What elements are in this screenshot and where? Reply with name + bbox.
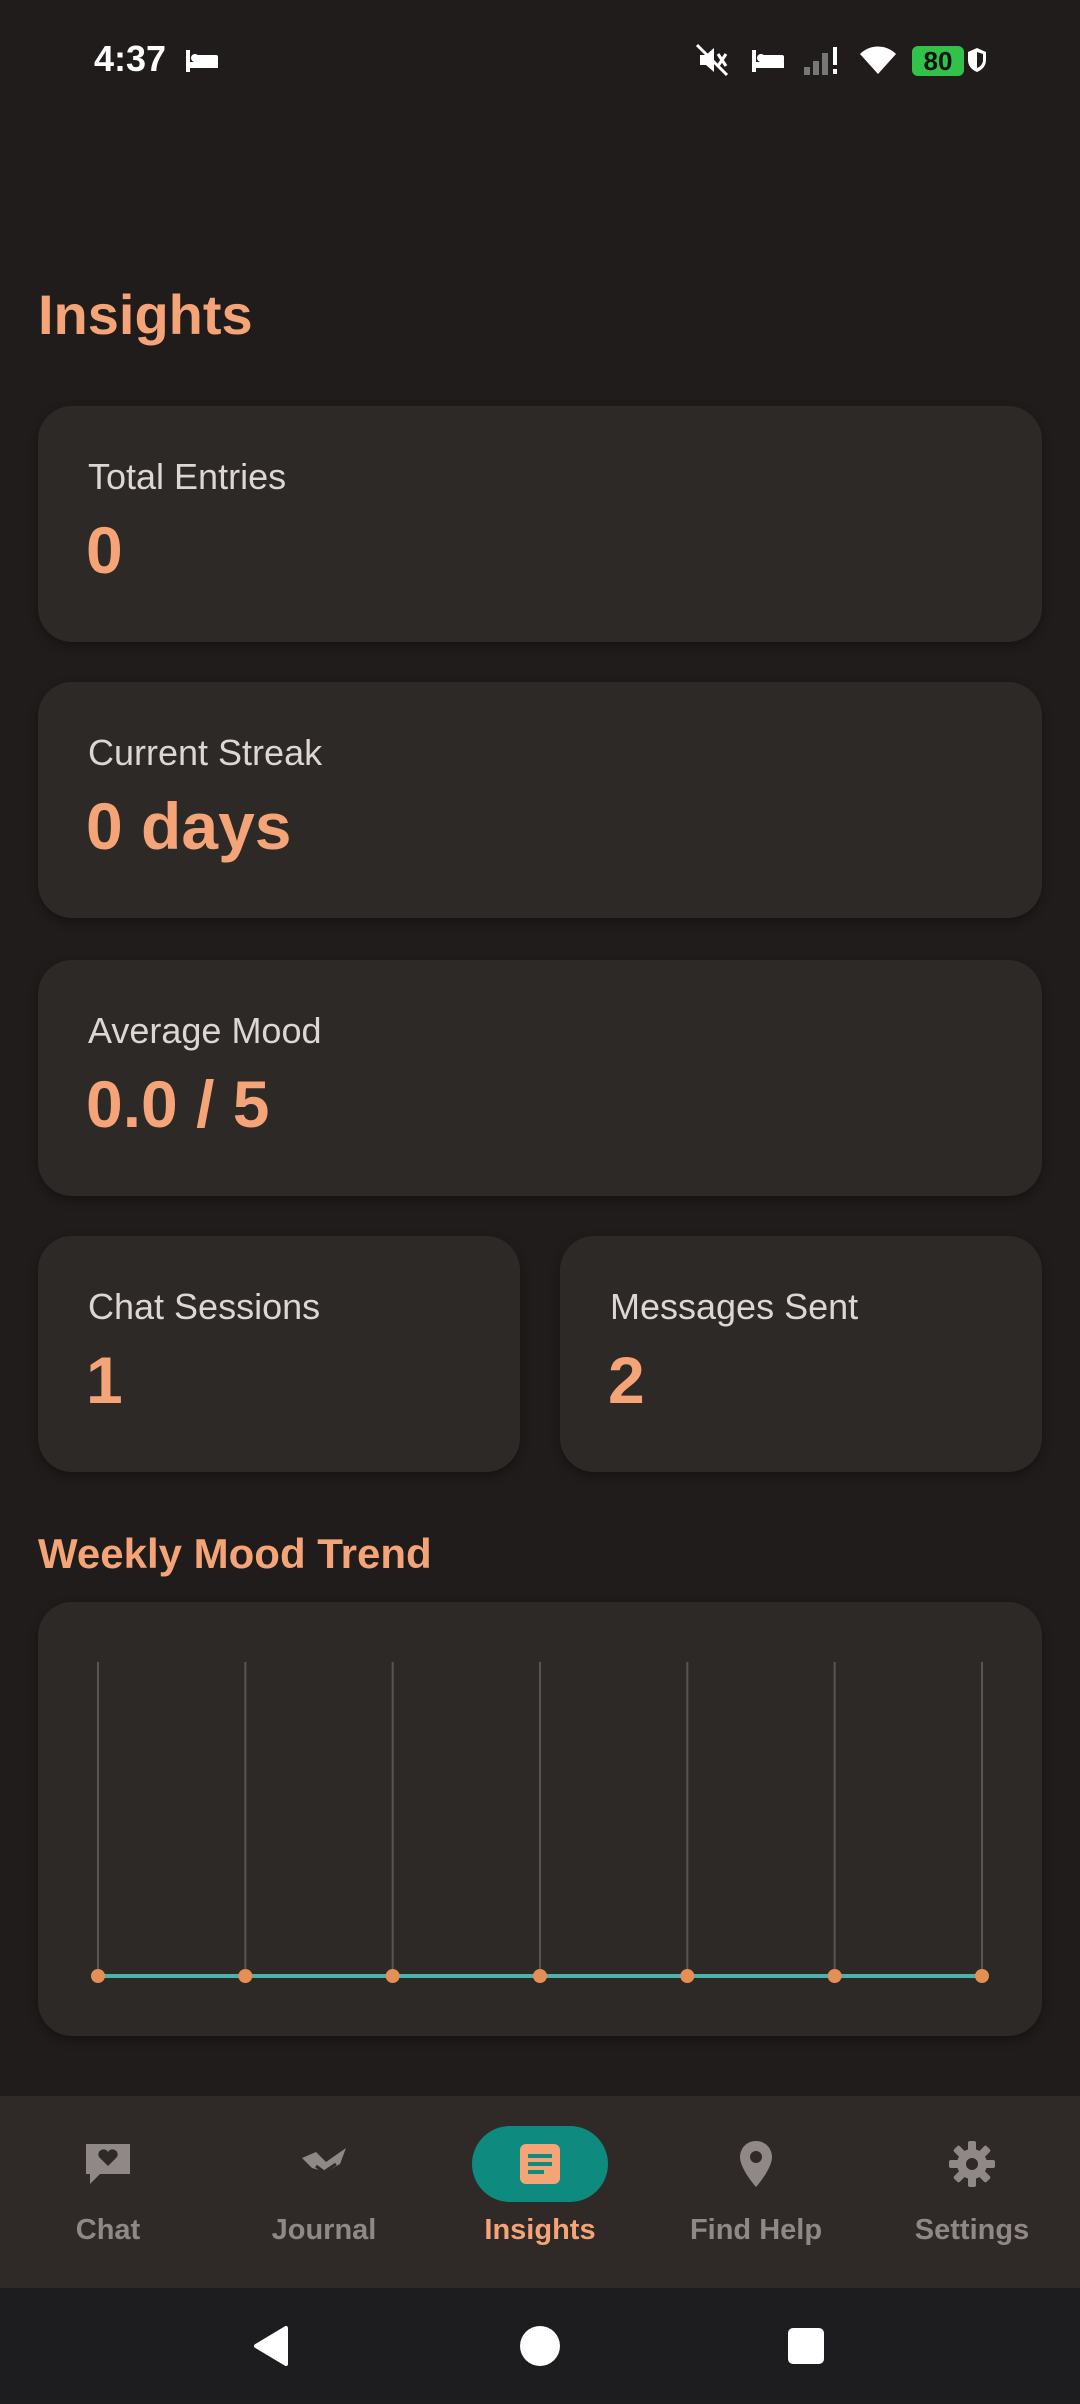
settings-icon: [904, 2126, 1040, 2202]
chat-sessions-card: Chat Sessions 1: [38, 1236, 520, 1472]
messages-sent-card: Messages Sent 2: [560, 1236, 1042, 1472]
nav-item-find-help[interactable]: Find Help: [648, 2096, 864, 2288]
nav-item-chat[interactable]: Chat: [0, 2096, 216, 2288]
nav-label-chat: Chat: [75, 2214, 141, 2246]
weekly-mood-trend-title: Weekly Mood Trend: [38, 1530, 432, 1577]
current-streak-card: Current Streak 0 days: [38, 682, 1042, 918]
total-entries-card: Total Entries 0: [38, 406, 1042, 642]
location-icon: [688, 2126, 824, 2202]
battery-icon: 80: [912, 46, 964, 76]
insights-icon: [472, 2126, 608, 2202]
mute-icon: [694, 38, 730, 82]
journal-icon: [256, 2126, 392, 2202]
nav-label-insights: Insights: [484, 2214, 596, 2246]
chart-point: [385, 1969, 400, 1983]
sleep-icon: [750, 38, 786, 82]
chart-point: [827, 1969, 842, 1983]
nav-item-journal[interactable]: Journal: [216, 2096, 432, 2288]
total-entries-value: 0: [86, 513, 123, 587]
chat-sessions-value: 1: [86, 1343, 123, 1417]
nav-item-insights[interactable]: Insights: [432, 2096, 648, 2288]
signal-icon: [802, 38, 844, 82]
battery-level: 80: [923, 45, 953, 76]
chart-point: [680, 1969, 695, 1983]
sleep-icon: [184, 38, 220, 82]
nav-label-journal: Journal: [271, 2214, 377, 2246]
weekly-mood-chart: [91, 1662, 989, 1983]
chart-point: [533, 1969, 547, 1983]
nav-label-find-help: Find Help: [689, 2214, 823, 2246]
page-title: Insights: [38, 283, 253, 346]
home-icon[interactable]: [518, 2324, 562, 2368]
average-mood-card: Average Mood 0.0 / 5: [38, 960, 1042, 1196]
nav-label-settings: Settings: [914, 2214, 1030, 2246]
current-streak-value: 0 days: [86, 789, 292, 863]
bottom-nav: Chat Journal Insights Find Help Settings: [0, 2096, 1080, 2288]
average-mood-label: Average Mood: [88, 1010, 322, 1051]
total-entries-label: Total Entries: [88, 456, 287, 497]
current-streak-label: Current Streak: [88, 732, 323, 773]
chart-point: [91, 1969, 105, 1983]
average-mood-value: 0.0 / 5: [86, 1067, 270, 1141]
back-icon[interactable]: [250, 2324, 294, 2368]
status-bar: 4:37 80: [0, 0, 1080, 120]
nav-item-settings[interactable]: Settings: [864, 2096, 1080, 2288]
chart-point: [238, 1969, 253, 1983]
recents-icon[interactable]: [786, 2326, 826, 2366]
shield-icon: [966, 38, 988, 82]
chat-sessions-label: Chat Sessions: [88, 1286, 321, 1327]
wifi-icon: [858, 38, 898, 82]
chart-point: [975, 1969, 989, 1983]
chat-heart-icon: [40, 2126, 176, 2202]
system-nav-bar: [0, 2288, 1080, 2404]
status-time: 4:37: [94, 38, 167, 79]
messages-sent-value: 2: [608, 1343, 645, 1417]
weekly-mood-chart-card: [38, 1602, 1042, 2036]
messages-sent-label: Messages Sent: [610, 1286, 859, 1327]
